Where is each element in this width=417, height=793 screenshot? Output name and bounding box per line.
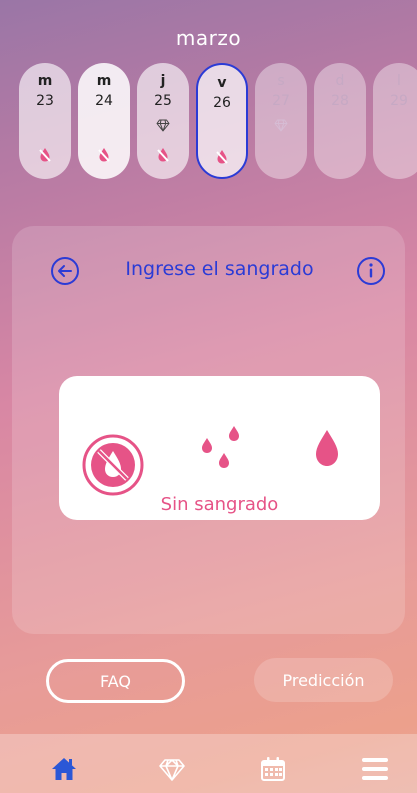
- spotting-option[interactable]: [194, 424, 248, 474]
- info-button[interactable]: [356, 256, 386, 286]
- day-letter: d: [335, 73, 345, 89]
- day-26[interactable]: v 26: [196, 63, 248, 179]
- no-bleeding-icon: [19, 147, 71, 163]
- bleeding-icon: [316, 430, 338, 466]
- month-title: marzo: [175, 26, 242, 50]
- day-23[interactable]: m 23: [19, 63, 71, 179]
- day-number: 24: [95, 93, 113, 109]
- day-letter: j: [160, 73, 166, 89]
- no-bleeding-icon: [82, 434, 144, 496]
- diamond-icon: [137, 119, 189, 133]
- day-number: 26: [213, 95, 231, 111]
- day-number: 28: [331, 93, 349, 109]
- day-number: 25: [154, 93, 172, 109]
- day-letter: l: [397, 73, 401, 89]
- day-letter: s: [277, 73, 285, 89]
- no-bleeding-icon: [78, 147, 130, 163]
- day-27[interactable]: s 27: [255, 63, 307, 179]
- day-strip: m 23 m 24 j 25 v 26 s 27 d 28 l 29: [0, 63, 417, 183]
- day-number: 23: [36, 93, 54, 109]
- nav-home[interactable]: [49, 754, 79, 784]
- panel-title: Ingrese el sangrado: [125, 258, 314, 280]
- day-number: 27: [272, 93, 290, 109]
- day-letter: v: [217, 75, 227, 91]
- prediction-button[interactable]: Predicción: [254, 658, 393, 702]
- nav-menu[interactable]: [360, 754, 390, 784]
- home-icon: [52, 758, 76, 780]
- day-29[interactable]: l 29: [373, 63, 417, 179]
- day-28[interactable]: d 28: [314, 63, 366, 179]
- menu-icon: [362, 758, 388, 780]
- day-24[interactable]: m 24: [78, 63, 130, 179]
- spotting-icon: [202, 426, 239, 468]
- no-bleeding-icon: [137, 147, 189, 163]
- faq-button[interactable]: FAQ: [46, 659, 185, 703]
- day-number: 29: [390, 93, 408, 109]
- bleeding-option[interactable]: [314, 428, 340, 468]
- selected-bleeding-label: Sin sangrado: [160, 494, 279, 515]
- diamond-icon: [255, 119, 307, 133]
- no-bleeding-icon: [198, 149, 246, 165]
- diamond-icon: [159, 759, 185, 781]
- nav-calendar[interactable]: [258, 754, 288, 784]
- calendar-icon: [261, 757, 285, 781]
- nav-gem[interactable]: [157, 754, 187, 784]
- no-bleeding-option[interactable]: [81, 433, 145, 497]
- info-circle-icon: [357, 257, 385, 285]
- day-25[interactable]: j 25: [137, 63, 189, 179]
- day-letter: m: [96, 73, 112, 89]
- day-letter: m: [37, 73, 53, 89]
